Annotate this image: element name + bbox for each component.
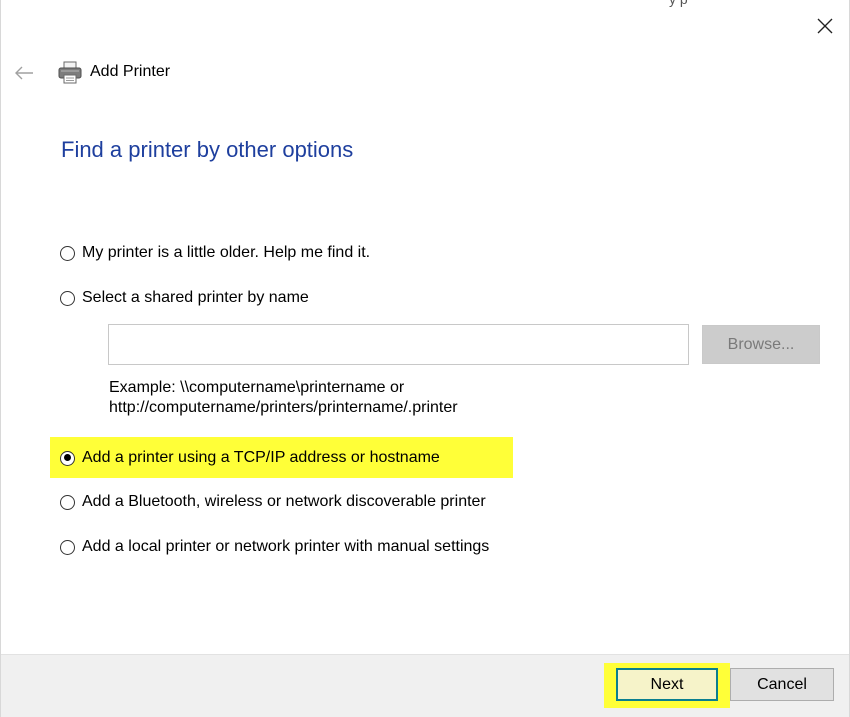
window-top-fragment: y p <box>669 0 688 7</box>
browse-button[interactable]: Browse... <box>702 325 820 364</box>
printer-icon <box>58 61 82 84</box>
option-label: My printer is a little older. Help me fi… <box>82 244 371 261</box>
radio-bluetooth-wireless[interactable] <box>60 494 75 510</box>
option-older-printer[interactable]: My printer is a little older. Help me fi… <box>60 242 370 264</box>
option-label: Select a shared printer by name <box>82 289 309 306</box>
back-button[interactable] <box>9 60 39 86</box>
option-shared-printer[interactable]: Select a shared printer by name <box>60 287 309 309</box>
radio-local-manual[interactable] <box>60 539 75 555</box>
radio-shared-printer[interactable] <box>60 290 75 306</box>
close-icon <box>817 18 833 34</box>
option-label: Add a printer using a TCP/IP address or … <box>82 449 440 466</box>
example-line-2: http://computername/printers/printername… <box>109 399 458 416</box>
option-tcpip[interactable]: Add a printer using a TCP/IP address or … <box>60 447 440 469</box>
example-line-1: Example: \\computername\printername or <box>109 379 405 396</box>
page-heading: Find a printer by other options <box>61 137 354 162</box>
shared-printer-example: Example: \\computername\printername or h… <box>109 378 458 418</box>
add-printer-window: y p Add Printer Find a printer by other … <box>0 0 850 717</box>
close-button[interactable] <box>807 10 843 42</box>
back-arrow-icon <box>15 66 33 80</box>
option-bluetooth-wireless[interactable]: Add a Bluetooth, wireless or network dis… <box>60 491 486 513</box>
option-local-manual[interactable]: Add a local printer or network printer w… <box>60 536 489 558</box>
next-button[interactable]: Next <box>616 668 718 701</box>
shared-printer-name-input[interactable] <box>108 324 689 365</box>
radio-older-printer[interactable] <box>60 245 75 261</box>
cancel-button[interactable]: Cancel <box>730 668 834 701</box>
radio-tcpip[interactable] <box>60 450 75 466</box>
option-label: Add a local printer or network printer w… <box>82 538 490 555</box>
option-label: Add a Bluetooth, wireless or network dis… <box>82 493 486 510</box>
window-title: Add Printer <box>90 63 171 80</box>
